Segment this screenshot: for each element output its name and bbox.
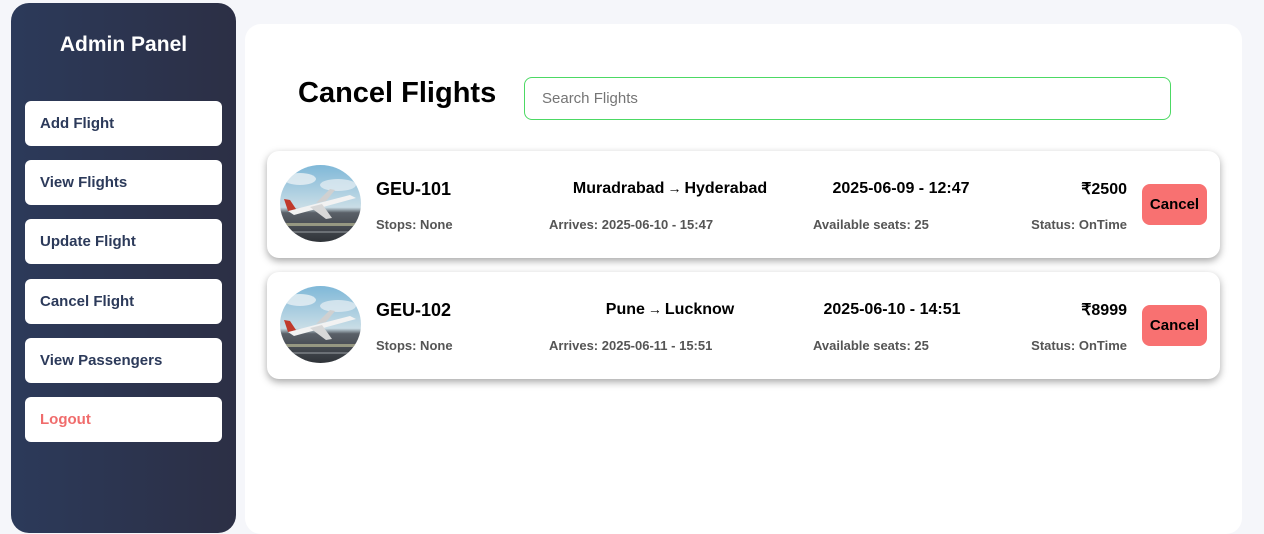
flight-status: Status: OnTime	[1031, 338, 1127, 353]
flight-status: Status: OnTime	[1031, 217, 1127, 232]
available-seats: Available seats: 25	[813, 217, 929, 232]
flight-stops: Stops: None	[376, 338, 453, 353]
page-title: Cancel Flights	[298, 77, 497, 109]
flight-price: ₹2500	[1081, 181, 1127, 198]
route-arrow-icon: →	[647, 301, 662, 317]
sidebar-title: Admin Panel	[59, 33, 188, 56]
flight-card: GEU-101 Muradrabad → Hyderabad 2025-06-09 …	[267, 151, 1220, 258]
airplane-image	[280, 165, 361, 242]
destination-city: Lucknow	[664, 301, 735, 318]
flight-code: GEU-102	[376, 300, 452, 320]
departure-time: 2025-06-10 - 14:51	[823, 301, 961, 318]
available-seats: Available seats: 25	[813, 338, 929, 353]
flight-route: Pune → Lucknow	[520, 301, 820, 319]
sidebar-item-add-flight[interactable]: Add Flight	[25, 101, 222, 146]
sidebar-item-update-flight[interactable]: Update Flight	[25, 219, 222, 264]
arrival-time: Arrives: 2025-06-11 - 15:51	[549, 338, 713, 353]
route-arrow-icon: →	[667, 180, 682, 196]
flight-code: GEU-101	[376, 179, 452, 199]
arrival-time: Arrives: 2025-06-10 - 15:47	[549, 217, 714, 232]
cancel-flight-button[interactable]: Cancel	[1142, 305, 1207, 346]
destination-city: Hyderabad	[684, 180, 768, 197]
flight-price: ₹8999	[1081, 302, 1127, 319]
airplane-image	[280, 286, 361, 363]
flight-route: Muradrabad → Hyderabad	[520, 180, 820, 198]
origin-city: Muradrabad	[572, 180, 665, 197]
flight-stops: Stops: None	[376, 217, 453, 232]
cancel-flight-button[interactable]: Cancel	[1142, 184, 1207, 225]
flight-card: GEU-102 Pune → Lucknow 2025-06-10 - 14:51 …	[267, 272, 1220, 379]
sidebar-item-view-flights[interactable]: View Flights	[25, 160, 222, 205]
sidebar-item-logout[interactable]: Logout	[25, 397, 222, 442]
origin-city: Pune	[605, 301, 645, 318]
sidebar: Admin Panel Add Flight View Flights Upda…	[11, 3, 236, 533]
departure-time: 2025-06-09 - 12:47	[832, 180, 970, 197]
sidebar-item-view-passengers[interactable]: View Passengers	[25, 338, 222, 383]
sidebar-item-cancel-flight[interactable]: Cancel Flight	[25, 279, 222, 324]
main-panel: Cancel Flights Search Flights GEU-101 Mu…	[245, 24, 1242, 534]
search-input[interactable]	[524, 77, 1171, 120]
